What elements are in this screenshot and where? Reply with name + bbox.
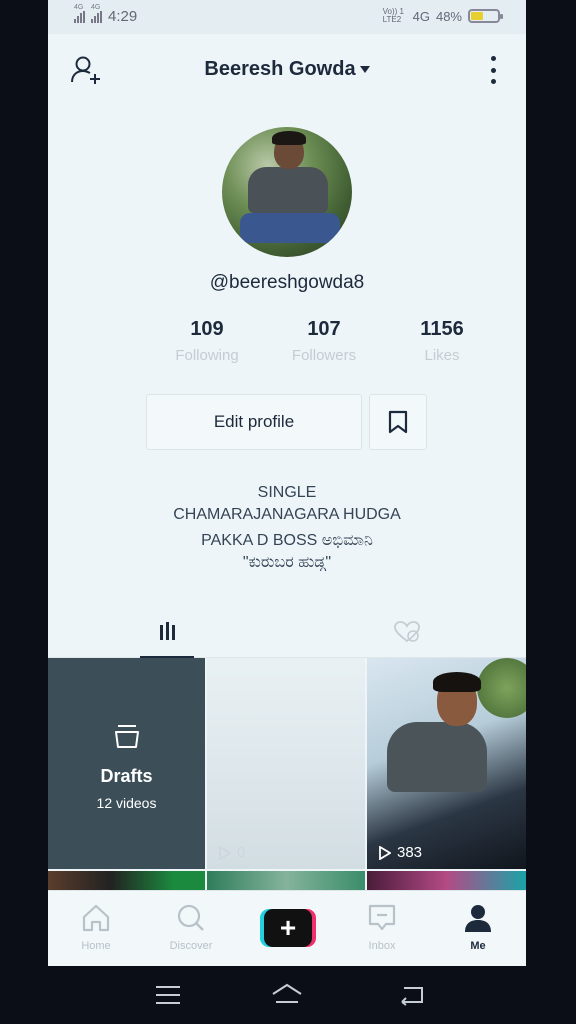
signal-type-2: 4G [91, 3, 101, 11]
stat-value: 1156 [420, 318, 464, 340]
view-count: 383 [379, 844, 422, 861]
nav-label: Me [470, 940, 486, 952]
bio-line: "ಕುರುಬರ ಹುಡ್ಗ" [242, 554, 332, 571]
network-indicator: 4G [412, 8, 430, 24]
play-icon [379, 845, 391, 860]
video-grid: Drafts 12 videos 0 383 [48, 658, 526, 890]
search-icon [177, 904, 204, 931]
status-right: Vo)) 1 LTE2 4G 48% [382, 7, 503, 24]
volte-indicator: Vo)) 1 LTE2 [382, 7, 404, 24]
app-screen: 4G 4G 4:29 Vo)) 1 LTE2 4G 48% Beeresh Go… [48, 0, 526, 966]
tab-videos[interactable] [140, 606, 194, 658]
nav-me[interactable]: Me [438, 903, 518, 952]
stat-value: 107 [307, 318, 341, 340]
video-tile[interactable]: 0 [207, 658, 365, 869]
stat-label: Followers [291, 347, 357, 364]
drafts-tile[interactable]: Drafts 12 videos [48, 658, 205, 869]
thumbnail-person-body [387, 722, 487, 792]
profile-tabs [48, 606, 526, 658]
thumbnail-person-hair [433, 672, 481, 692]
home-outline-icon [272, 983, 302, 1003]
signal-type-1: 4G [74, 3, 84, 11]
android-nav-bar [0, 966, 576, 1024]
video-tile[interactable] [48, 871, 205, 890]
status-bar: 4G 4G 4:29 Vo)) 1 LTE2 4G 48% [48, 0, 526, 34]
thumbnail-tree [477, 658, 526, 718]
profile-stats: 109 Following 107 Followers 1156 Likes [160, 318, 490, 368]
nav-inbox[interactable]: Inbox [342, 903, 422, 952]
android-home-button[interactable] [270, 982, 304, 1011]
avatar-photo-hair [272, 131, 306, 145]
status-left: 4G 4G 4:29 [74, 4, 138, 25]
recent-apps-button[interactable] [156, 986, 180, 1004]
avatar-photo-body [248, 167, 328, 213]
menu-line [156, 1002, 180, 1004]
stat-value: 109 [190, 318, 224, 340]
nav-label: Home [81, 940, 111, 952]
profile-name: Beeresh Gowda [204, 58, 356, 80]
create-video-button[interactable]: + [260, 909, 316, 947]
profile-header: Beeresh Gowda [48, 48, 526, 92]
video-tile[interactable] [367, 871, 526, 890]
battery-percent: 48% [435, 8, 462, 24]
view-count-value: 0 [237, 844, 246, 861]
more-options-button[interactable] [488, 56, 498, 84]
nav-home[interactable]: Home [56, 903, 136, 952]
view-count: 0 [219, 844, 245, 861]
menu-line [156, 994, 180, 996]
bio-line: SINGLE [257, 484, 317, 501]
home-icon [82, 904, 110, 932]
view-count-value: 383 [397, 844, 423, 861]
profile-bio: SINGLE CHAMARAJANAGARA HUDGA PAKKA D BOS… [48, 482, 526, 574]
stat-likes[interactable]: 1156 Likes [387, 318, 497, 364]
signal-icon: 4G [91, 4, 102, 23]
bio-line: CHAMARAJANAGARA HUDGA [173, 506, 401, 523]
bio-line: PAKKA D BOSS ಅಭಿಮಾನಿ [201, 532, 373, 549]
drafts-title: Drafts [100, 766, 153, 786]
signal-icon: 4G [74, 4, 85, 23]
bookmark-icon [388, 410, 408, 434]
menu-line [156, 986, 180, 988]
drafts-icon [115, 725, 139, 748]
video-tile[interactable]: 383 [367, 658, 526, 869]
profile-name-dropdown[interactable]: Beeresh Gowda [48, 58, 526, 81]
edit-profile-button[interactable]: Edit profile [146, 394, 362, 450]
bottom-nav: Home Discover + Inbox Me [48, 890, 526, 966]
inbox-icon [368, 904, 396, 931]
grid-icon [159, 622, 175, 640]
avatar[interactable] [222, 127, 352, 257]
android-back-button[interactable] [398, 984, 428, 1011]
stat-label: Following [175, 347, 239, 364]
play-icon [219, 845, 231, 860]
nav-discover[interactable]: Discover [151, 903, 231, 952]
username-handle: @beereshgowda8 [209, 272, 365, 293]
stat-label: Likes [424, 347, 460, 364]
stat-followers[interactable]: 107 Followers [269, 318, 379, 364]
plus-icon: + [264, 909, 312, 947]
back-icon [401, 987, 423, 1006]
avatar-photo-legs [240, 213, 340, 243]
battery-icon [468, 9, 503, 23]
stat-following[interactable]: 109 Following [152, 318, 262, 364]
tab-liked[interactable] [380, 606, 434, 658]
status-time: 4:29 [108, 8, 138, 25]
profile-icon [465, 905, 491, 932]
nav-label: Discover [169, 940, 213, 952]
video-tile[interactable] [207, 871, 365, 890]
more-vertical-icon [490, 56, 496, 61]
drafts-count: 12 videos [96, 795, 157, 811]
favorites-button[interactable] [369, 394, 427, 450]
nav-label: Inbox [368, 940, 396, 952]
more-dot [490, 79, 496, 84]
liked-heart-icon [394, 621, 420, 643]
caret-down-icon [359, 66, 370, 74]
more-dot [490, 67, 496, 73]
